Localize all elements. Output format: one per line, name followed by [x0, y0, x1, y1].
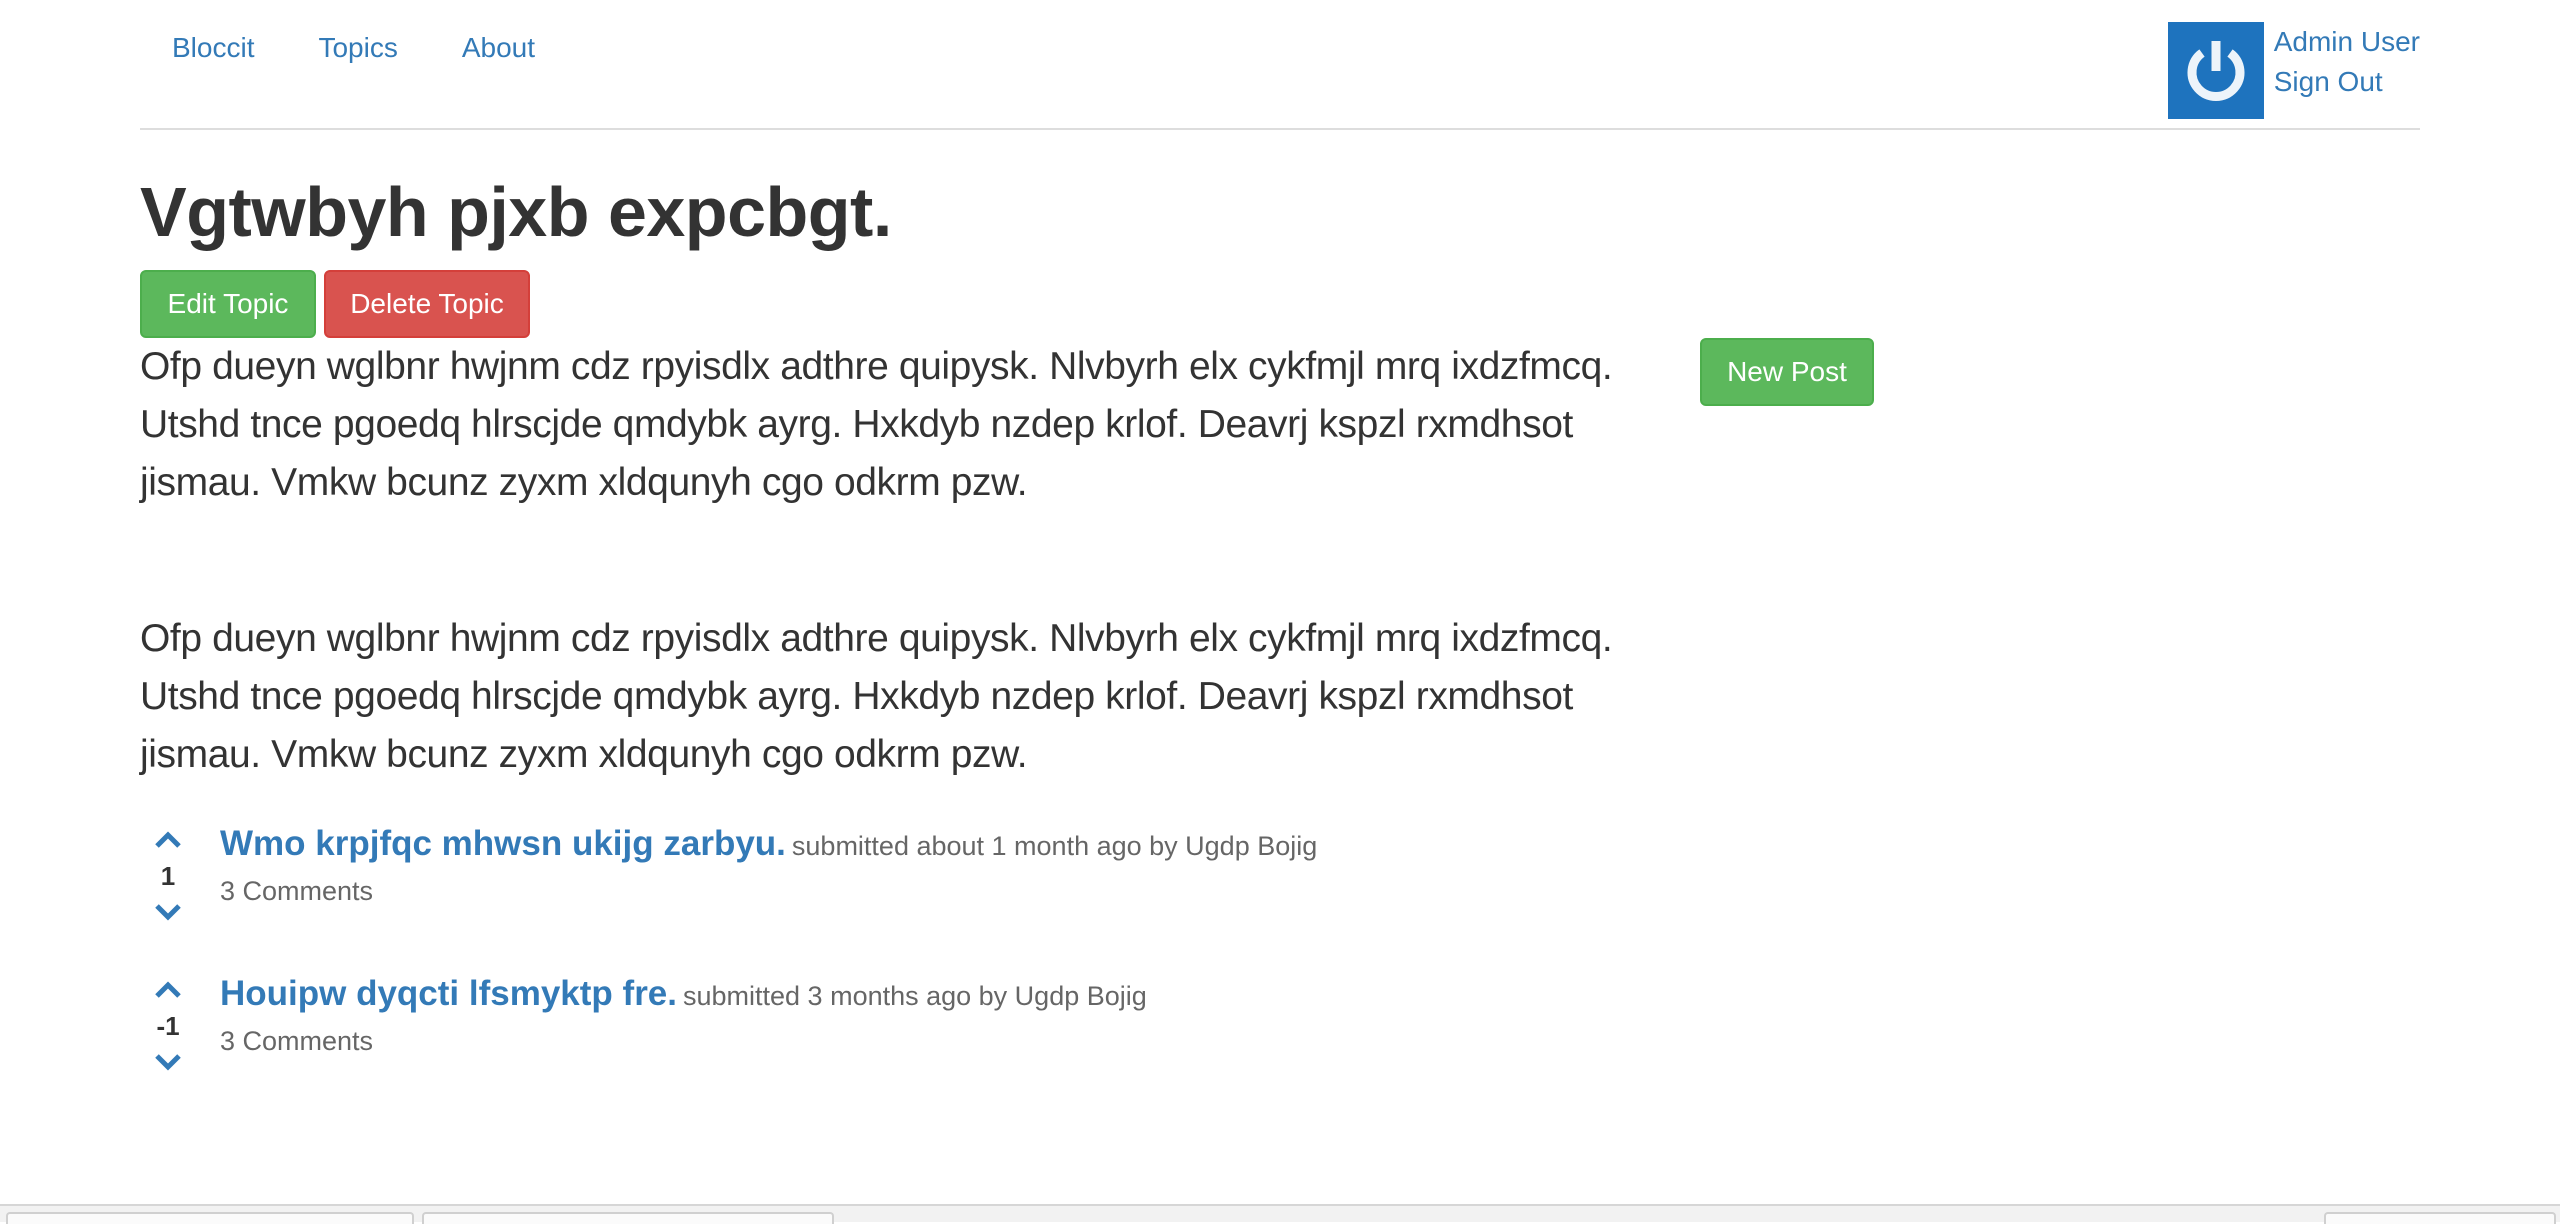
nav-about-link[interactable]: About — [430, 28, 567, 68]
delete-topic-button[interactable]: Delete Topic — [324, 270, 530, 338]
vote-count: -1 — [156, 1011, 180, 1041]
post-body: Houipw dyqcti lfsmyktp fre. submitted 3 m… — [220, 972, 1147, 1059]
topic-description-repeat: Ofp dueyn wglbnr hwjnm cdz rpyisdlx adth… — [140, 617, 1613, 776]
post-body: Wmo krpjfqc mhwsn ukijg zarbyu. submitted… — [220, 822, 1317, 909]
bottom-tab[interactable] — [6, 1212, 414, 1224]
page-title: Vgtwbyh pjxb expcbgt. — [140, 173, 892, 251]
vote-widget: -1 — [140, 972, 196, 1080]
browser-bottom-bar — [0, 1204, 2560, 1224]
nav-topics-link[interactable]: Topics — [286, 28, 429, 68]
nav-links: Bloccit Topics About — [140, 28, 567, 68]
upvote-icon[interactable] — [140, 972, 196, 1008]
downvote-icon[interactable] — [140, 1044, 196, 1080]
post-comments-count: 3 Comments — [220, 1026, 374, 1056]
user-links: Admin User Sign Out — [2274, 22, 2420, 119]
top-navbar: Bloccit Topics About Admin User Sign Out — [140, 0, 2420, 130]
user-box: Admin User Sign Out — [2167, 22, 2420, 119]
post-meta: submitted about 1 month ago by Ugdp Boji… — [791, 831, 1318, 861]
vote-count: 1 — [160, 861, 176, 891]
post-comments-count: 3 Comments — [220, 876, 374, 906]
edit-topic-button[interactable]: Edit Topic — [140, 270, 316, 338]
bottom-tab[interactable] — [422, 1212, 834, 1224]
new-post-button[interactable]: New Post — [1700, 338, 1874, 406]
power-icon — [2187, 40, 2245, 101]
user-name-link[interactable]: Admin User — [2274, 22, 2420, 62]
sign-out-link[interactable]: Sign Out — [2274, 62, 2420, 102]
nav-brand-link[interactable]: Bloccit — [140, 28, 286, 68]
avatar[interactable] — [2167, 22, 2264, 119]
topic-description: Ofp dueyn wglbnr hwjnm cdz rpyisdlx adth… — [140, 345, 1613, 504]
post-title-link[interactable]: Houipw dyqcti lfsmyktp fre. — [220, 974, 677, 1013]
post-meta: submitted 3 months ago by Ugdp Bojig — [683, 981, 1147, 1011]
vote-widget: 1 — [140, 822, 196, 930]
upvote-icon[interactable] — [140, 822, 196, 858]
post-item: -1 Houipw dyqcti lfsmyktp fre. submitted … — [140, 972, 1640, 1092]
downvote-icon[interactable] — [140, 894, 196, 930]
post-item: 1 Wmo krpjfqc mhwsn ukijg zarbyu. submitt… — [140, 822, 1640, 942]
post-title-link[interactable]: Wmo krpjfqc mhwsn ukijg zarbyu. — [220, 824, 786, 863]
bottom-tab[interactable] — [2324, 1212, 2556, 1224]
